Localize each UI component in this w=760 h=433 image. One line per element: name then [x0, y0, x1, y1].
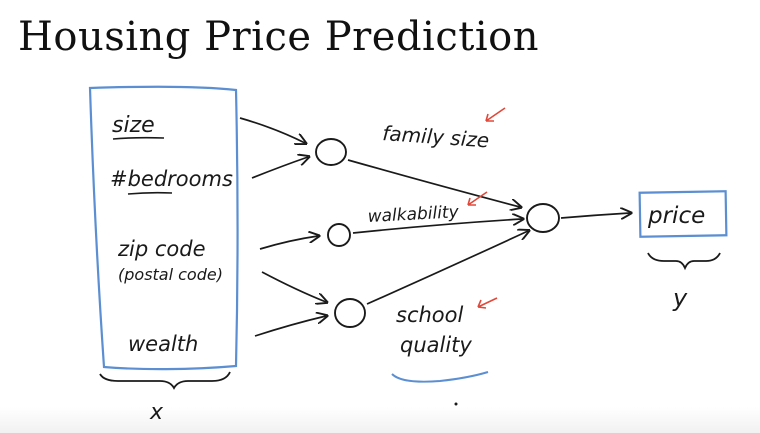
arrow-zip-to-school — [261, 271, 326, 302]
family-size-red-mark — [485, 107, 506, 122]
input-zip-code-label: zip code — [117, 237, 206, 261]
price-label: price — [647, 203, 705, 229]
neural-network-diagram: size #bedrooms zip code (postal code) we… — [88, 85, 728, 425]
input-wealth-label: wealth — [128, 332, 198, 356]
arrow-wealth-to-school — [254, 316, 326, 337]
slide: Housing Price Prediction size #bedrooms … — [0, 0, 760, 433]
hidden-node-walkability — [327, 223, 351, 247]
input-size-label: size — [112, 113, 155, 138]
arrow-school-to-output — [366, 231, 528, 305]
input-bedrooms-label: #bedrooms — [110, 167, 233, 191]
stray-dot — [454, 402, 458, 406]
quality-underline — [391, 371, 489, 383]
hidden-node-school-quality — [334, 298, 366, 328]
walkability-label: walkability — [367, 202, 460, 227]
output-node — [526, 203, 560, 233]
hidden-node-family-size — [315, 138, 347, 166]
arrow-family-to-output — [347, 159, 520, 207]
school-label: school — [396, 303, 463, 327]
output-brace — [647, 252, 721, 271]
bedrooms-underline — [127, 191, 173, 195]
arrow-bedrooms-to-family — [251, 157, 308, 179]
input-brace — [99, 371, 231, 390]
input-postal-code-label: (postal code) — [118, 265, 223, 284]
arrow-zip-to-walkability — [259, 236, 318, 250]
quality-label: quality — [400, 333, 472, 357]
arrow-output-to-price — [560, 213, 630, 218]
size-underline — [112, 136, 165, 140]
arrow-size-to-family — [239, 117, 305, 143]
school-quality-red-mark — [477, 297, 498, 309]
family-size-label: family size — [382, 121, 490, 152]
output-label: y — [672, 284, 688, 312]
input-group-label: x — [149, 400, 164, 425]
